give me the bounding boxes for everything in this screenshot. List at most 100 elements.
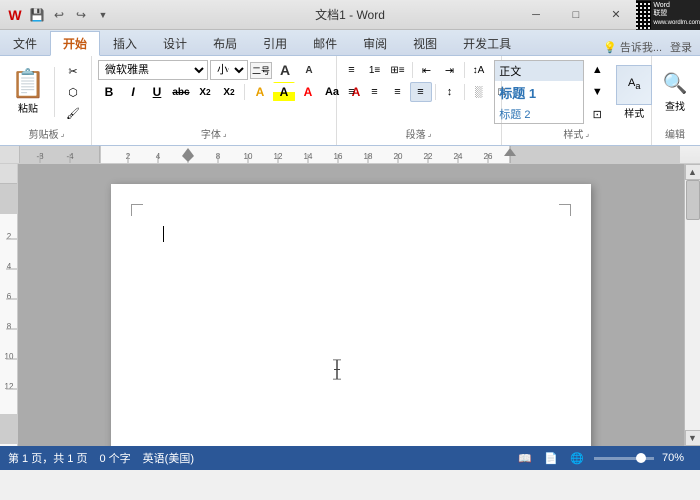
svg-text:12: 12	[5, 382, 14, 391]
align-left-button[interactable]: ≡	[341, 82, 363, 102]
justify-button[interactable]: ≡	[410, 82, 432, 102]
shading-button[interactable]: ░	[468, 82, 490, 102]
clipboard-content: 📋 粘贴 ✂ ⬡ 🖌	[6, 58, 87, 126]
style-heading2[interactable]: 标题 2	[495, 104, 583, 124]
save-icon[interactable]: 💾	[28, 6, 46, 24]
styles-nav: ▲ ▼ ⊡	[586, 60, 608, 124]
text-effect-button[interactable]: A	[249, 82, 271, 102]
font-expand-icon[interactable]: ⌟	[223, 129, 227, 138]
copy-button[interactable]: ⬡	[59, 82, 87, 102]
redo-icon[interactable]: ↪	[72, 6, 90, 24]
strikethrough-button[interactable]: abc	[170, 82, 192, 102]
print-view-button[interactable]: 📄	[542, 449, 560, 467]
document-page[interactable]	[111, 184, 591, 446]
increase-indent-button[interactable]: ⇥	[439, 60, 461, 80]
title-bar: W 💾 ↩ ↪ ▼ 文档1 - Word ─ □ ✕ Word联盟www.wor…	[0, 0, 700, 30]
multilevel-button[interactable]: ⊞≡	[387, 60, 409, 80]
tab-mailings[interactable]: 邮件	[300, 31, 350, 55]
sort-button[interactable]: ↕A	[468, 60, 490, 80]
bullets-button[interactable]: ≡	[341, 60, 363, 80]
format-painter-button[interactable]: 🖌	[59, 103, 87, 123]
paragraph-content: ≡ 1≡ ⊞≡ ⇤ ⇥ ↕A ¶ ≡ ≡ ≡ ≡ ↕ ░ □	[341, 58, 497, 126]
tab-review[interactable]: 审阅	[350, 31, 400, 55]
status-right-area: 📖 📄 🌐 70%	[516, 449, 692, 467]
font-color-button[interactable]: A	[297, 82, 319, 102]
i-beam-cursor[interactable]	[331, 360, 343, 383]
login-button[interactable]: 登录	[670, 39, 692, 55]
styles-down-button[interactable]: ▼	[586, 82, 608, 102]
styles-more-button[interactable]: ⊡	[586, 104, 608, 124]
scroll-thumb[interactable]	[686, 180, 700, 220]
scroll-up-button[interactable]: ▲	[685, 164, 700, 180]
bold-button[interactable]: B	[98, 82, 120, 102]
window-title: 文档1 - Word	[315, 6, 385, 23]
find-button[interactable]: 🔍 查找	[656, 64, 694, 120]
scroll-down-button[interactable]: ▼	[685, 430, 700, 446]
clipboard-expand-icon[interactable]: ⌟	[61, 129, 65, 138]
tell-me-text: 告诉我...	[620, 39, 662, 55]
web-view-button[interactable]: 🌐	[568, 449, 586, 467]
tell-me-area[interactable]: 💡 告诉我...	[603, 39, 662, 55]
tab-home[interactable]: 开始	[50, 31, 100, 56]
svg-text:6: 6	[7, 292, 12, 301]
paste-button[interactable]: 📋 粘贴	[6, 62, 50, 122]
paragraph-group: ≡ 1≡ ⊞≡ ⇤ ⇥ ↕A ¶ ≡ ≡ ≡ ≡ ↕ ░ □	[337, 56, 502, 145]
zoom-thumb[interactable]	[636, 453, 646, 463]
decrease-indent-button[interactable]: ⇤	[416, 60, 438, 80]
tab-file[interactable]: 文件	[0, 31, 50, 55]
separator-para3	[435, 84, 436, 100]
style-heading1[interactable]: 标题 1	[495, 81, 583, 104]
maximize-button[interactable]: □	[556, 0, 596, 30]
subscript-button[interactable]: X2	[194, 82, 216, 102]
svg-text:10: 10	[5, 352, 14, 361]
tab-layout[interactable]: 布局	[200, 31, 250, 55]
tab-references[interactable]: 引用	[250, 31, 300, 55]
shrink-font-button[interactable]: A	[298, 60, 320, 80]
tab-insert[interactable]: 插入	[100, 31, 150, 55]
ruler-corner	[0, 146, 20, 164]
para-row1: ≡ 1≡ ⊞≡ ⇤ ⇥ ↕A ¶	[341, 60, 513, 80]
tab-developer[interactable]: 开发工具	[450, 31, 524, 55]
line-spacing-button[interactable]: ↕	[439, 82, 461, 102]
font-name-row: 微软雅黑 小一 二号 A A	[98, 60, 320, 80]
word-logo-icon: W	[6, 6, 24, 24]
scroll-track[interactable]	[685, 180, 700, 430]
font-style-row: B I U abc X2 X2 A A A Aa A	[98, 82, 367, 102]
i-beam-svg	[331, 360, 343, 380]
separator-para	[412, 62, 413, 78]
close-button[interactable]: ✕	[596, 0, 636, 30]
numbering-button[interactable]: 1≡	[364, 60, 386, 80]
styles-expand-icon[interactable]: ⌟	[585, 129, 589, 138]
align-right-button[interactable]: ≡	[387, 82, 409, 102]
status-bar: 第 1 页，共 1 页 0 个字 英语(美国) 📖 📄 🌐 70%	[0, 446, 700, 470]
highlight-button[interactable]: A	[273, 82, 295, 102]
cut-button[interactable]: ✂	[59, 61, 87, 81]
vert-ruler-svg: 2 4 6 8 10 12	[0, 184, 18, 444]
read-view-button[interactable]: 📖	[516, 449, 534, 467]
styles-gallery: 正文 标题 1 标题 2	[494, 60, 584, 124]
italic-button[interactable]: I	[122, 82, 144, 102]
zoom-slider[interactable]	[594, 457, 654, 460]
font-size-select[interactable]: 小一	[210, 60, 248, 80]
center-button[interactable]: ≡	[364, 82, 386, 102]
style-normal[interactable]: 正文	[495, 61, 583, 81]
minimize-button[interactable]: ─	[516, 0, 556, 30]
find-label: 查找	[665, 98, 685, 113]
tab-view[interactable]: 视图	[400, 31, 450, 55]
font-name-select[interactable]: 微软雅黑	[98, 60, 208, 80]
grow-font-button[interactable]: A	[274, 60, 296, 80]
paragraph-expand-icon[interactable]: ⌟	[428, 129, 432, 138]
font-group: 微软雅黑 小一 二号 A A B I U abc X2 X2 A A A	[92, 56, 337, 145]
underline-button[interactable]: U	[146, 82, 168, 102]
superscript-button[interactable]: X2	[218, 82, 240, 102]
paragraph-label-text: 段落	[406, 126, 426, 141]
font-size-label[interactable]: 二号	[250, 62, 272, 79]
styles-big-button[interactable]: Aa	[616, 65, 652, 105]
page-info-item: 第 1 页，共 1 页	[8, 450, 87, 466]
customize-icon[interactable]: ▼	[94, 6, 112, 24]
undo-icon[interactable]: ↩	[50, 6, 68, 24]
document-area[interactable]	[18, 164, 684, 446]
word-count-text: 0 个字	[99, 450, 130, 466]
tab-design[interactable]: 设计	[150, 31, 200, 55]
styles-up-button[interactable]: ▲	[586, 60, 608, 80]
